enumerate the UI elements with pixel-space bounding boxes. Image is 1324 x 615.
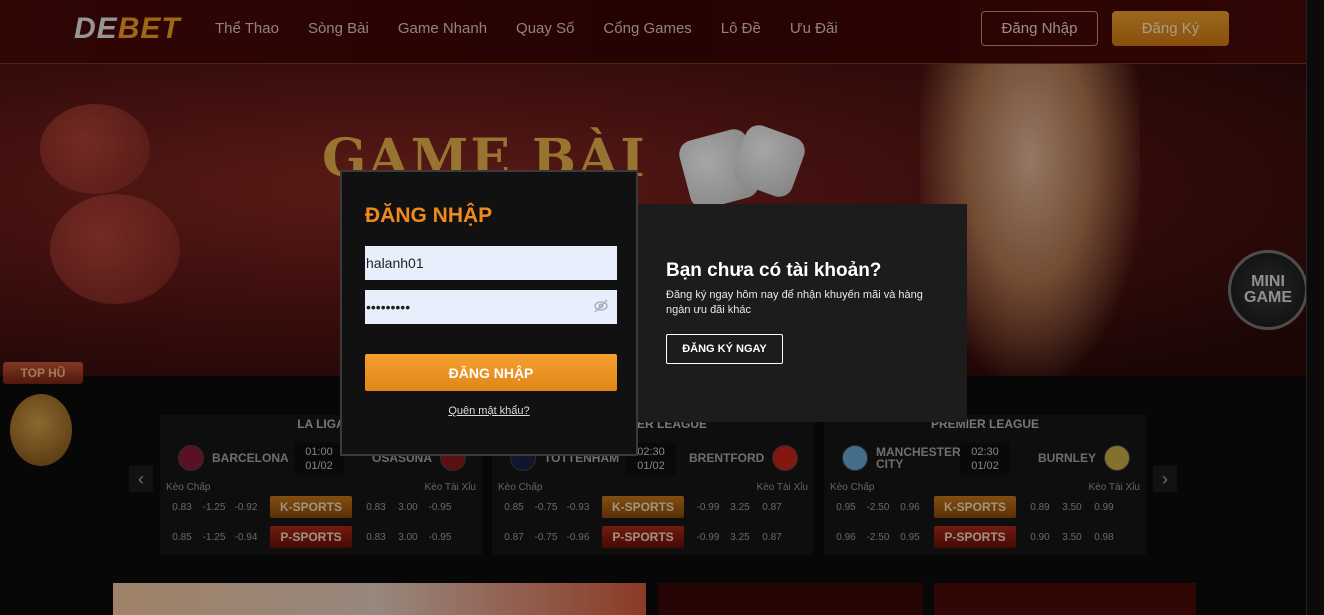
- register-title: Bạn chưa có tài khoản?: [666, 260, 882, 281]
- login-submit-button[interactable]: ĐĂNG NHẬP: [365, 354, 617, 391]
- username-input[interactable]: halanh01: [365, 246, 617, 280]
- eye-off-icon[interactable]: [593, 298, 609, 314]
- register-panel: Bạn chưa có tài khoản? Đăng ký ngay hôm …: [638, 204, 967, 422]
- forgot-password-link[interactable]: Quên mật khẩu?: [342, 405, 636, 417]
- login-title: ĐĂNG NHẬP: [365, 204, 493, 227]
- register-now-button[interactable]: ĐĂNG KÝ NGAY: [666, 334, 783, 364]
- login-modal: ĐĂNG NHẬP halanh01 ••••••••• ĐĂNG NHẬP Q…: [340, 170, 638, 456]
- password-value: •••••••••: [366, 299, 411, 315]
- page-scrollbar[interactable]: [1306, 0, 1324, 615]
- register-description: Đăng ký ngay hôm nay để nhận khuyến mãi …: [666, 289, 923, 316]
- page: DEBET Thể Thao Sòng Bài Game Nhanh Quay …: [0, 0, 1324, 615]
- password-input[interactable]: •••••••••: [365, 290, 617, 324]
